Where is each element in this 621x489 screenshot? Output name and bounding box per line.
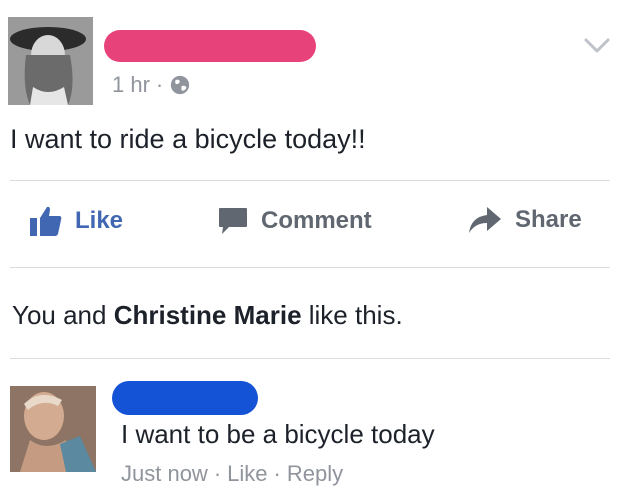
globe-icon[interactable]: [169, 74, 191, 96]
divider-middle: [10, 267, 610, 268]
meta-separator: ·: [155, 72, 164, 97]
comment-reply-link[interactable]: Reply: [287, 461, 343, 487]
post-author-avatar[interactable]: [8, 17, 93, 105]
likes-summary[interactable]: You and Christine Marie like this.: [12, 300, 403, 331]
share-arrow-icon: [469, 207, 501, 233]
share-label: Share: [515, 206, 582, 233]
divider-top: [10, 180, 610, 181]
post-time[interactable]: 1 hr: [112, 72, 150, 98]
post-text: I want to ride a bicycle today!!: [10, 124, 366, 154]
commenter-avatar[interactable]: [10, 386, 96, 472]
speech-bubble-icon: [219, 208, 247, 234]
divider-bottom: [10, 358, 610, 359]
comment-label: Comment: [261, 207, 372, 234]
post-meta: 1 hr ·: [112, 72, 191, 98]
avatar-image: [8, 17, 93, 105]
comment-dot-1: ·: [213, 461, 222, 486]
commenter-name-redaction: [112, 381, 258, 415]
share-button[interactable]: Share: [467, 205, 582, 235]
thumbs-up-icon: [30, 206, 62, 236]
like-label: Like: [75, 207, 124, 234]
comment-button[interactable]: Comment: [217, 205, 372, 237]
commenter-avatar-image: [10, 386, 96, 472]
liker-name[interactable]: Christine Marie: [114, 300, 302, 330]
author-name-redaction: [104, 30, 316, 62]
comment-dot-2: ·: [273, 461, 281, 486]
likes-prefix: You and: [12, 300, 114, 330]
comment-time[interactable]: Just now: [121, 461, 208, 487]
comment-text: I want to be a bicycle today: [121, 419, 435, 449]
comment-meta: Just now · Like · Reply: [121, 461, 343, 487]
like-button[interactable]: Like: [29, 205, 123, 237]
chevron-down-icon[interactable]: [583, 37, 611, 55]
likes-suffix: like this.: [301, 300, 403, 330]
comment-like-link[interactable]: Like: [227, 461, 267, 487]
